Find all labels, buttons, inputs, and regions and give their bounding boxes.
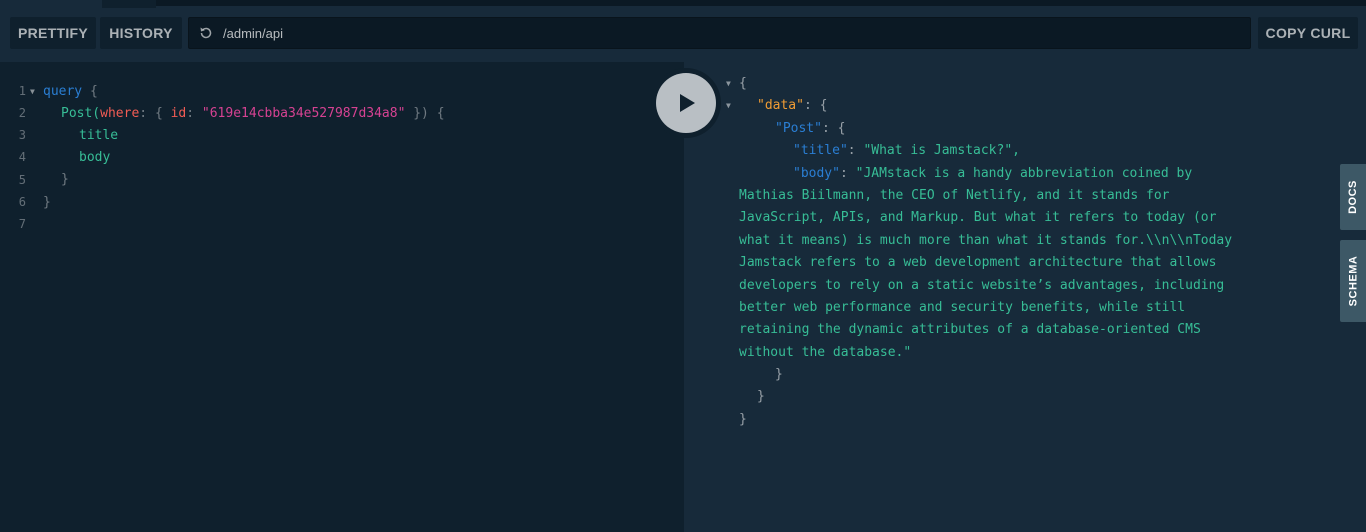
line-number: 2: [18, 106, 26, 120]
line-number: 1: [18, 84, 26, 98]
code-line-1: query {: [43, 81, 98, 103]
colon: :: [186, 106, 195, 121]
body-value-line: better web performance and security bene…: [739, 300, 1186, 315]
body-field: body: [79, 150, 111, 165]
brace: {: [89, 84, 98, 99]
docs-tab-label: DOCS: [1347, 180, 1359, 214]
where-argument: where: [100, 106, 140, 121]
post-key: "Post": [775, 121, 822, 136]
line-number: 5: [18, 173, 26, 187]
play-button-face[interactable]: [656, 73, 716, 133]
json-punctuation: :: [839, 166, 856, 181]
post-operation: Post(: [61, 106, 101, 121]
body-value-line: what it means) is much more than what it…: [739, 233, 1233, 248]
body-value-line: JavaScript, APIs, and Markup. But what i…: [739, 210, 1217, 225]
json-post-line: "Post": {: [775, 118, 845, 140]
history-button[interactable]: HISTORY: [100, 17, 182, 49]
body-value-line: developers to rely on a static website’s…: [739, 278, 1225, 293]
body-value-line: "JAMstack is a handy abbreviation coined…: [855, 166, 1193, 181]
id-argument: id: [170, 106, 187, 121]
json-data-line: "data": {: [757, 95, 827, 117]
data-key: "data": [757, 98, 804, 113]
json-brace: }: [739, 412, 747, 427]
brace: }: [43, 195, 51, 210]
brace: {: [154, 106, 163, 121]
json-brace: }: [757, 389, 765, 404]
prettify-button[interactable]: PRETTIFY: [10, 17, 96, 49]
endpoint-url-input[interactable]: [223, 25, 1223, 41]
code-line-2: Post(where: { id: "619e14cbba34e527987d3…: [61, 103, 445, 125]
top-tab-strip: [0, 0, 1366, 8]
reload-icon[interactable]: [189, 25, 223, 41]
title-value: "What is Jamstack?",: [863, 143, 1020, 158]
json-body-line: "body": "JAMstack is a handy abbreviatio…: [793, 163, 1192, 185]
active-tab[interactable]: [102, 0, 156, 8]
line-number: 3: [18, 128, 26, 142]
title-field: title: [79, 128, 119, 143]
body-key: "body": [793, 166, 840, 181]
schema-tab[interactable]: SCHEMA: [1340, 240, 1366, 322]
query-keyword: query: [43, 84, 83, 99]
brace: {: [436, 106, 445, 121]
json-brace: }: [775, 367, 783, 382]
fold-arrow-icon[interactable]: ▼: [726, 95, 731, 117]
line-number: 4: [18, 150, 26, 164]
body-value-line: retaining the dynamic attributes of a da…: [739, 322, 1201, 337]
brace: }: [61, 172, 69, 187]
line-number: 7: [18, 217, 26, 231]
json-brace: {: [739, 76, 747, 91]
copy-curl-button[interactable]: COPY CURL: [1258, 17, 1358, 49]
tab-strip-bar: [156, 0, 1366, 6]
docs-tab[interactable]: DOCS: [1340, 164, 1366, 230]
play-icon: [680, 94, 695, 112]
body-value-line: Mathias Biilmann, the CEO of Netlify, an…: [739, 188, 1170, 203]
colon: :: [139, 106, 148, 121]
schema-tab-label: SCHEMA: [1347, 255, 1360, 307]
title-key: "title": [793, 143, 848, 158]
json-punctuation: :: [847, 143, 864, 158]
json-punctuation: : {: [803, 98, 828, 113]
id-value: "619e14cbba34e527987d34a8": [201, 106, 406, 121]
fold-arrow-icon[interactable]: ▼: [30, 81, 35, 103]
query-editor[interactable]: 1 2 3 4 5 6 7 ▼ query { Post(where: { id…: [0, 62, 684, 532]
line-number: 6: [18, 195, 26, 209]
results-viewer: ▼ ▼ { "data": { "Post": { "title": "What…: [684, 62, 1366, 532]
json-punctuation: : {: [821, 121, 846, 136]
body-value-line: Jamstack refers to a web development arc…: [739, 255, 1217, 270]
run-query-button[interactable]: [651, 68, 721, 138]
json-title-line: "title": "What is Jamstack?",: [793, 140, 1020, 162]
brace: }): [413, 106, 429, 121]
endpoint-url-bar: [188, 17, 1251, 49]
fold-arrow-icon[interactable]: ▼: [726, 73, 731, 95]
toolbar: PRETTIFY HISTORY COPY CURL: [0, 8, 1366, 62]
body-value-line: without the database.": [739, 345, 912, 360]
